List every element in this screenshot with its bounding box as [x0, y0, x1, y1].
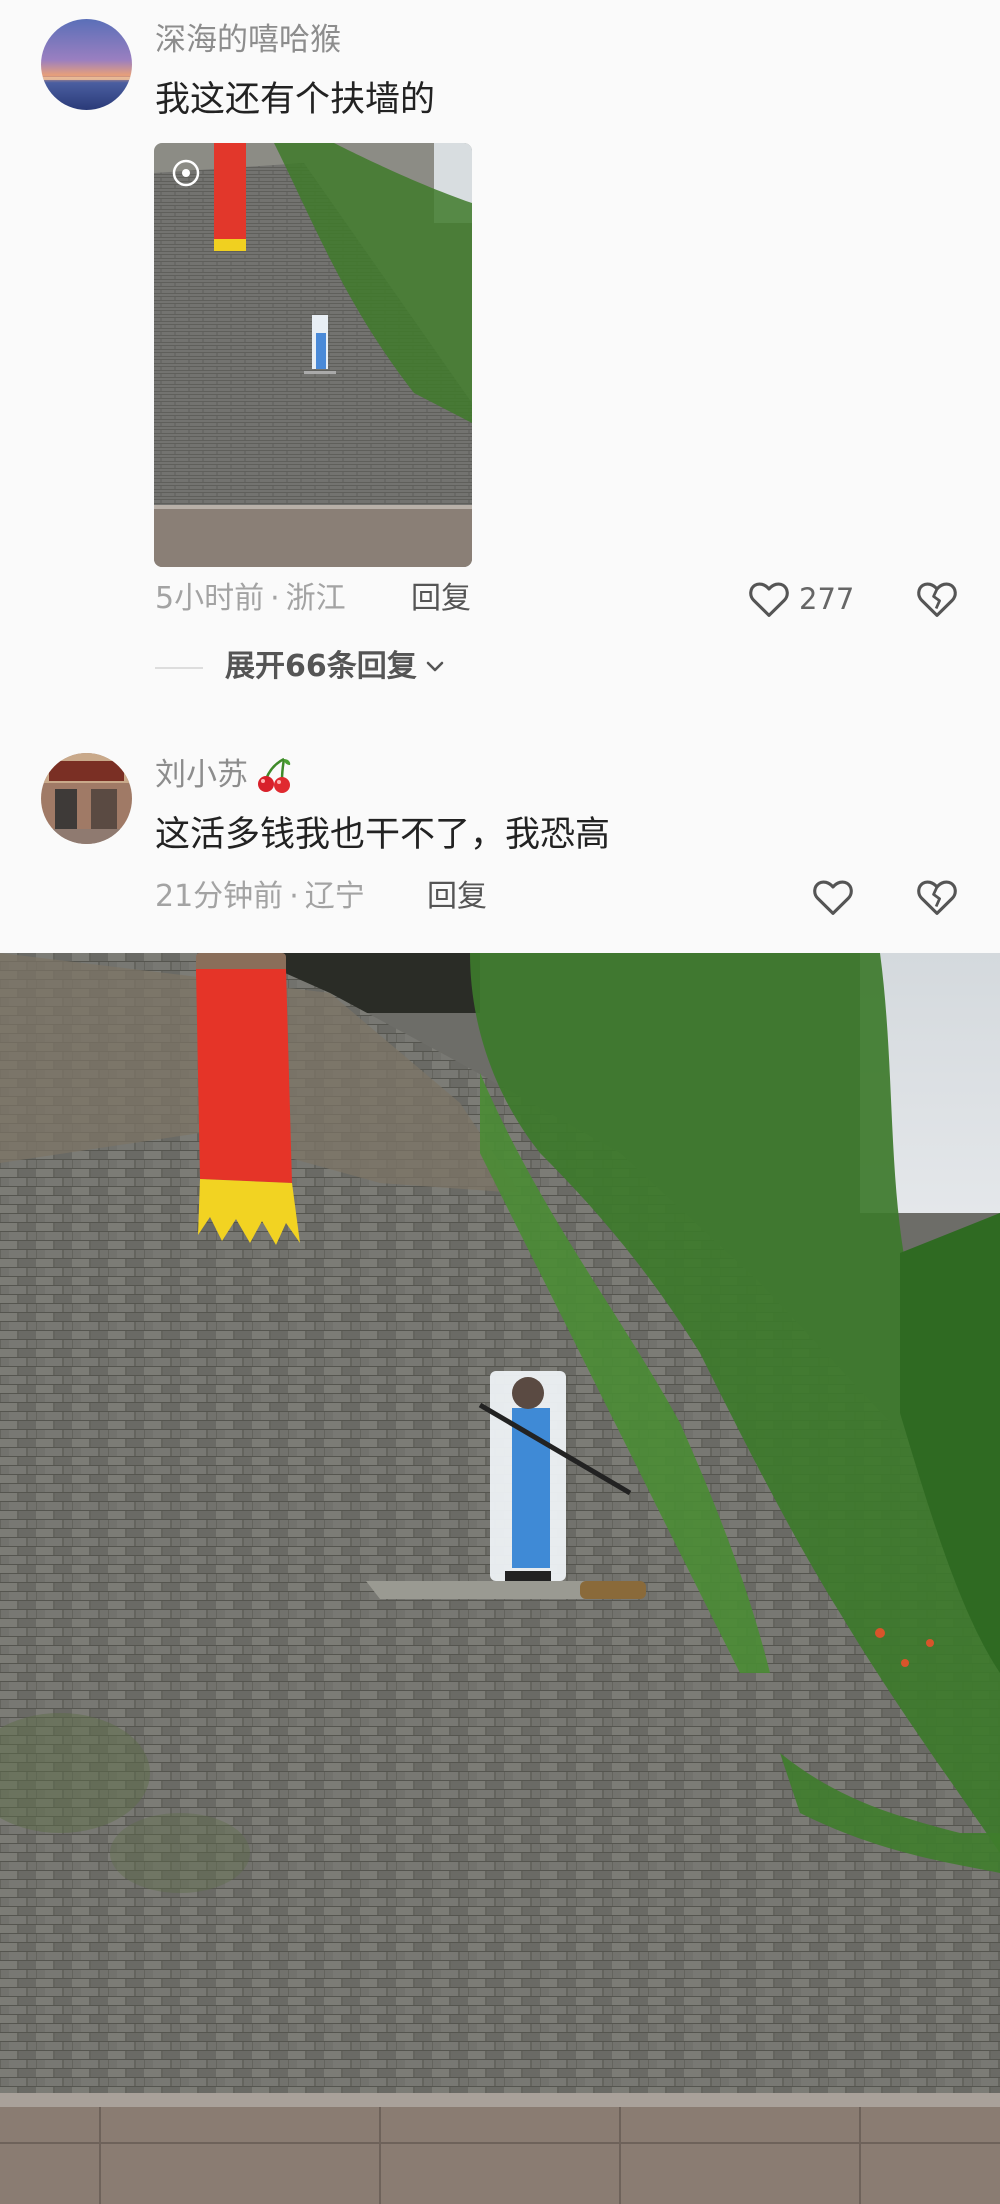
- meta-separator: ·: [270, 581, 280, 616]
- comment-time: 21分钟前: [155, 879, 284, 914]
- avatar[interactable]: [41, 753, 132, 844]
- comment-username[interactable]: 深海的嘻哈猴: [155, 25, 341, 56]
- expand-replies-button[interactable]: 展开66条回复: [225, 652, 445, 682]
- reply-button[interactable]: 回复: [427, 882, 487, 912]
- comment-text: 我这还有个扶墙的: [155, 80, 436, 120]
- chevron-down-icon: [425, 660, 445, 674]
- large-photo[interactable]: [0, 953, 1000, 2204]
- comment-meta: 5小时前 · 浙江: [155, 584, 346, 614]
- comment-image-thumbnail[interactable]: [154, 143, 472, 567]
- dislike-icon[interactable]: [916, 580, 958, 618]
- comment-meta: 21分钟前 · 辽宁: [155, 882, 365, 912]
- comment-text: 这活多钱我也干不了，我恐高: [155, 815, 611, 855]
- reply-button[interactable]: 回复: [411, 584, 471, 614]
- comment-username[interactable]: 刘小苏: [155, 759, 248, 791]
- cherry-icon: [254, 755, 294, 795]
- comment-username-row: 刘小苏: [155, 755, 294, 795]
- comment-location: 浙江: [285, 581, 346, 616]
- comment-time: 5小时前: [155, 581, 265, 616]
- heart-icon[interactable]: [748, 580, 790, 618]
- dislike-icon[interactable]: [916, 878, 958, 916]
- heart-icon[interactable]: [812, 878, 854, 916]
- expand-replies-label: 展开66条回复: [225, 649, 417, 684]
- avatar[interactable]: [41, 19, 132, 110]
- like-count: 277: [799, 582, 855, 616]
- comment-location: 辽宁: [304, 879, 365, 914]
- meta-separator: ·: [289, 879, 299, 914]
- divider-line: [155, 667, 203, 669]
